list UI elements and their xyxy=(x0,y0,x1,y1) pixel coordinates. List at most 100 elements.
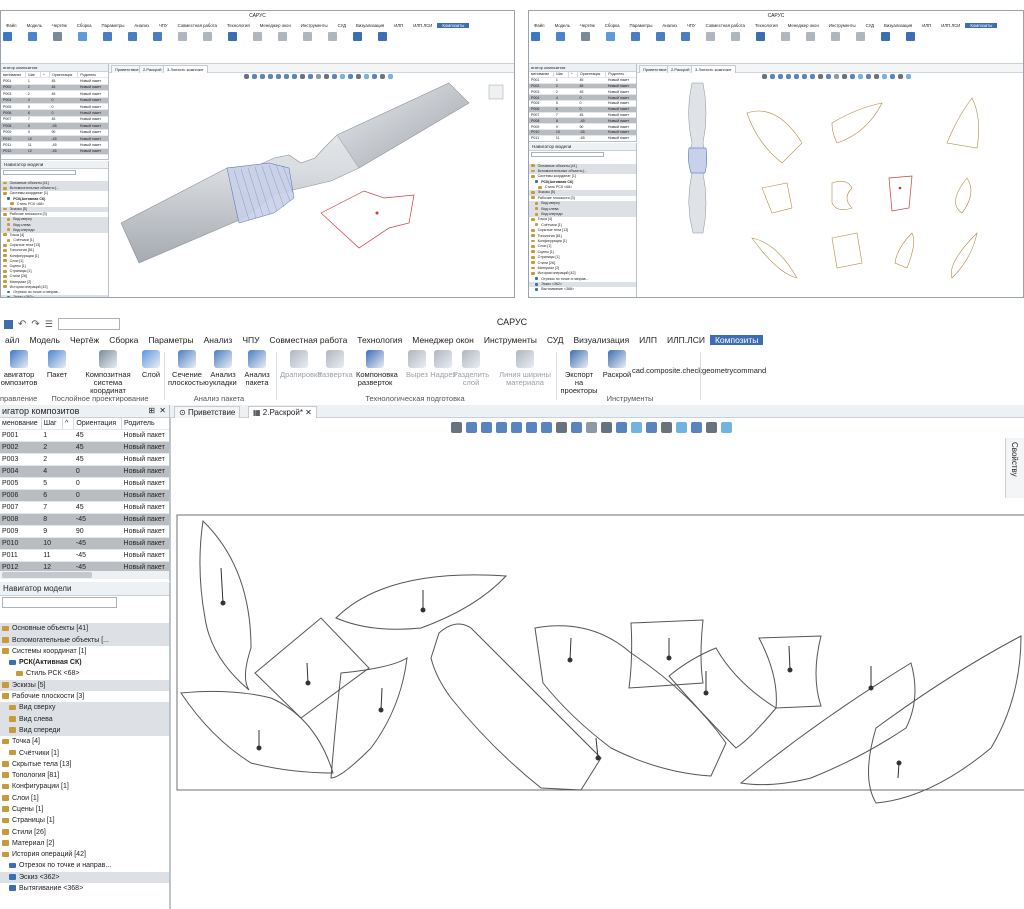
nav-icon[interactable] xyxy=(531,32,540,41)
menu-item[interactable]: ИЛП xyxy=(389,23,408,28)
menu-item[interactable]: ЧПУ xyxy=(237,335,264,345)
cutting-layout-viewport[interactable]: Свойству xyxy=(170,418,1024,909)
table-row[interactable]: P01212 -45Новый пакет xyxy=(529,141,637,142)
menu-item[interactable]: ЧПУ xyxy=(154,23,173,28)
cut-icon[interactable] xyxy=(906,32,915,41)
table-row[interactable]: P011 11 -45 Новый пакет xyxy=(0,549,169,562)
analysis_lay-icon[interactable] xyxy=(656,32,665,41)
pack-icon[interactable] xyxy=(556,32,565,41)
tree-item[interactable]: Вид спереди xyxy=(0,724,169,737)
csys-icon[interactable] xyxy=(581,32,590,41)
menu-item[interactable]: СУД xyxy=(542,335,569,345)
table-row[interactable]: P003 2 45 Новый пакет xyxy=(0,453,169,466)
analysis_pack-icon[interactable] xyxy=(681,32,690,41)
tree-item[interactable]: Конфигурации [1] xyxy=(0,781,169,792)
ribbon-button-analysis_lay[interactable]: Анализ укладки xyxy=(204,350,242,387)
tree-item[interactable]: Вытягивание <368> xyxy=(529,287,636,292)
cut-icon[interactable] xyxy=(378,32,387,41)
viewport-3d[interactable] xyxy=(109,73,514,297)
tree-item[interactable]: Системы координат [1] xyxy=(0,646,169,657)
drape-icon[interactable] xyxy=(706,32,715,41)
column-header[interactable]: менование xyxy=(0,418,42,430)
pin-icon[interactable]: ⊞ xyxy=(148,405,155,417)
menu-item[interactable]: Инструменты xyxy=(824,23,861,28)
ribbon-button-pack[interactable]: Пакет xyxy=(38,350,76,379)
menu-item[interactable]: Параметры xyxy=(143,335,198,345)
column-header[interactable]: Родитель xyxy=(121,418,169,430)
menu-item[interactable]: Параметры xyxy=(97,23,130,28)
column-header[interactable]: Ориентация xyxy=(73,418,123,430)
column-header[interactable]: Шаг xyxy=(41,418,63,430)
menu-item[interactable]: Совместная работа xyxy=(701,23,750,28)
tree-item[interactable]: Сцены [1] xyxy=(0,804,169,815)
menu-item[interactable]: Модель xyxy=(22,23,47,28)
tree-item[interactable]: История операций [42] xyxy=(0,849,169,860)
nesting-icon[interactable] xyxy=(756,32,765,41)
ribbon-button-export[interactable]: Экспорт на проекторы xyxy=(560,350,598,395)
export-icon[interactable] xyxy=(881,32,890,41)
export-icon[interactable] xyxy=(353,32,362,41)
drape-icon[interactable] xyxy=(178,32,187,41)
menu-item[interactable]: Совместная работа xyxy=(173,23,222,28)
pack-icon[interactable] xyxy=(28,32,37,41)
horizontal-scrollbar[interactable] xyxy=(0,571,169,579)
table-row[interactable]: P002 2 45 Новый пакет xyxy=(0,441,169,454)
menu-item[interactable]: Визуализация xyxy=(569,335,635,345)
table-row[interactable]: P001 1 45 Новый пакет xyxy=(0,429,169,442)
ribbon-button-csys[interactable]: Композитная система координат xyxy=(80,350,136,395)
tree-item[interactable]: Топология [81] xyxy=(0,770,169,781)
unfold-icon[interactable] xyxy=(203,32,212,41)
width-icon[interactable] xyxy=(856,32,865,41)
close-icon[interactable]: ✕ xyxy=(159,405,166,417)
width-icon[interactable] xyxy=(328,32,337,41)
ribbon-button-analysis_pack[interactable]: Анализ пакета xyxy=(238,350,276,387)
table-row[interactable]: P009 9 90 Новый пакет xyxy=(0,525,169,538)
menu-item[interactable]: Технология xyxy=(352,335,407,345)
menu-item[interactable]: Визуализация xyxy=(351,23,389,28)
model-search-bar[interactable] xyxy=(3,170,76,176)
menu-item[interactable]: Композиты xyxy=(709,335,764,345)
tree-item[interactable]: РСК(Активная СК) xyxy=(0,657,169,668)
menu-item[interactable]: ИЛП xyxy=(917,23,936,28)
menu-item[interactable]: Сборка xyxy=(600,23,625,28)
tree-item[interactable]: Точка [4] xyxy=(0,736,169,747)
menu-item[interactable]: СУД xyxy=(861,23,879,28)
tree-item[interactable]: Эскизы [5] xyxy=(0,679,169,692)
viewport-patterns[interactable] xyxy=(637,73,1023,297)
nav-icon[interactable] xyxy=(3,32,12,41)
table-row[interactable]: P005 5 0 Новый пакет xyxy=(0,477,169,490)
menu-item[interactable]: Файл xyxy=(1,23,22,28)
ribbon-button-drape[interactable]: Драпировка xyxy=(280,350,322,379)
split-icon[interactable] xyxy=(303,32,312,41)
tree-item[interactable]: Отрезок по точке и направ... xyxy=(0,860,169,871)
menu-item[interactable]: Сборка xyxy=(72,23,97,28)
tree-item[interactable]: Вид слева xyxy=(0,713,169,725)
tree-item[interactable]: Вид сверху xyxy=(0,702,169,714)
menu-item[interactable]: Модель xyxy=(550,23,575,28)
ribbon-button-nav[interactable]: авигатор омпозитов xyxy=(0,350,38,387)
ribbon-button-width[interactable]: Линия ширины материала xyxy=(496,350,554,387)
menu-item[interactable]: Чертёж xyxy=(575,23,600,28)
ribbon-button-split[interactable]: Разделить слой xyxy=(452,350,490,387)
section-icon[interactable] xyxy=(103,32,112,41)
tree-item[interactable]: Вспомогательные объекты [... xyxy=(0,634,169,646)
menu-item[interactable]: ИЛП xyxy=(634,335,662,345)
table-row[interactable]: P006 6 0 Новый пакет xyxy=(0,489,169,502)
tree-item[interactable]: Скрытые тела [13] xyxy=(0,759,169,770)
menu-item[interactable]: Менеджер окон xyxy=(783,23,824,28)
menu-item[interactable]: Менеджер окон xyxy=(255,23,296,28)
layer-icon[interactable] xyxy=(78,32,87,41)
tree-item[interactable]: Эскиз <362> xyxy=(0,871,169,884)
menu-item[interactable]: Инструменты xyxy=(296,23,333,28)
menu-item[interactable]: ИЛП.ЛСИ xyxy=(408,23,437,28)
tree-item[interactable]: Основные объекты [41] xyxy=(0,623,169,635)
menu-item[interactable]: Файл xyxy=(529,23,550,28)
table-row[interactable]: P010 10 -45 Новый пакет xyxy=(0,537,169,550)
menu-item[interactable]: Визуализация xyxy=(879,23,917,28)
layer-icon[interactable] xyxy=(606,32,615,41)
menu-item[interactable]: Сборка xyxy=(104,335,143,345)
menu-item[interactable]: айл xyxy=(0,335,24,345)
unfold-icon[interactable] xyxy=(731,32,740,41)
cutout-icon[interactable] xyxy=(781,32,790,41)
menu-item[interactable]: СУД xyxy=(333,23,351,28)
